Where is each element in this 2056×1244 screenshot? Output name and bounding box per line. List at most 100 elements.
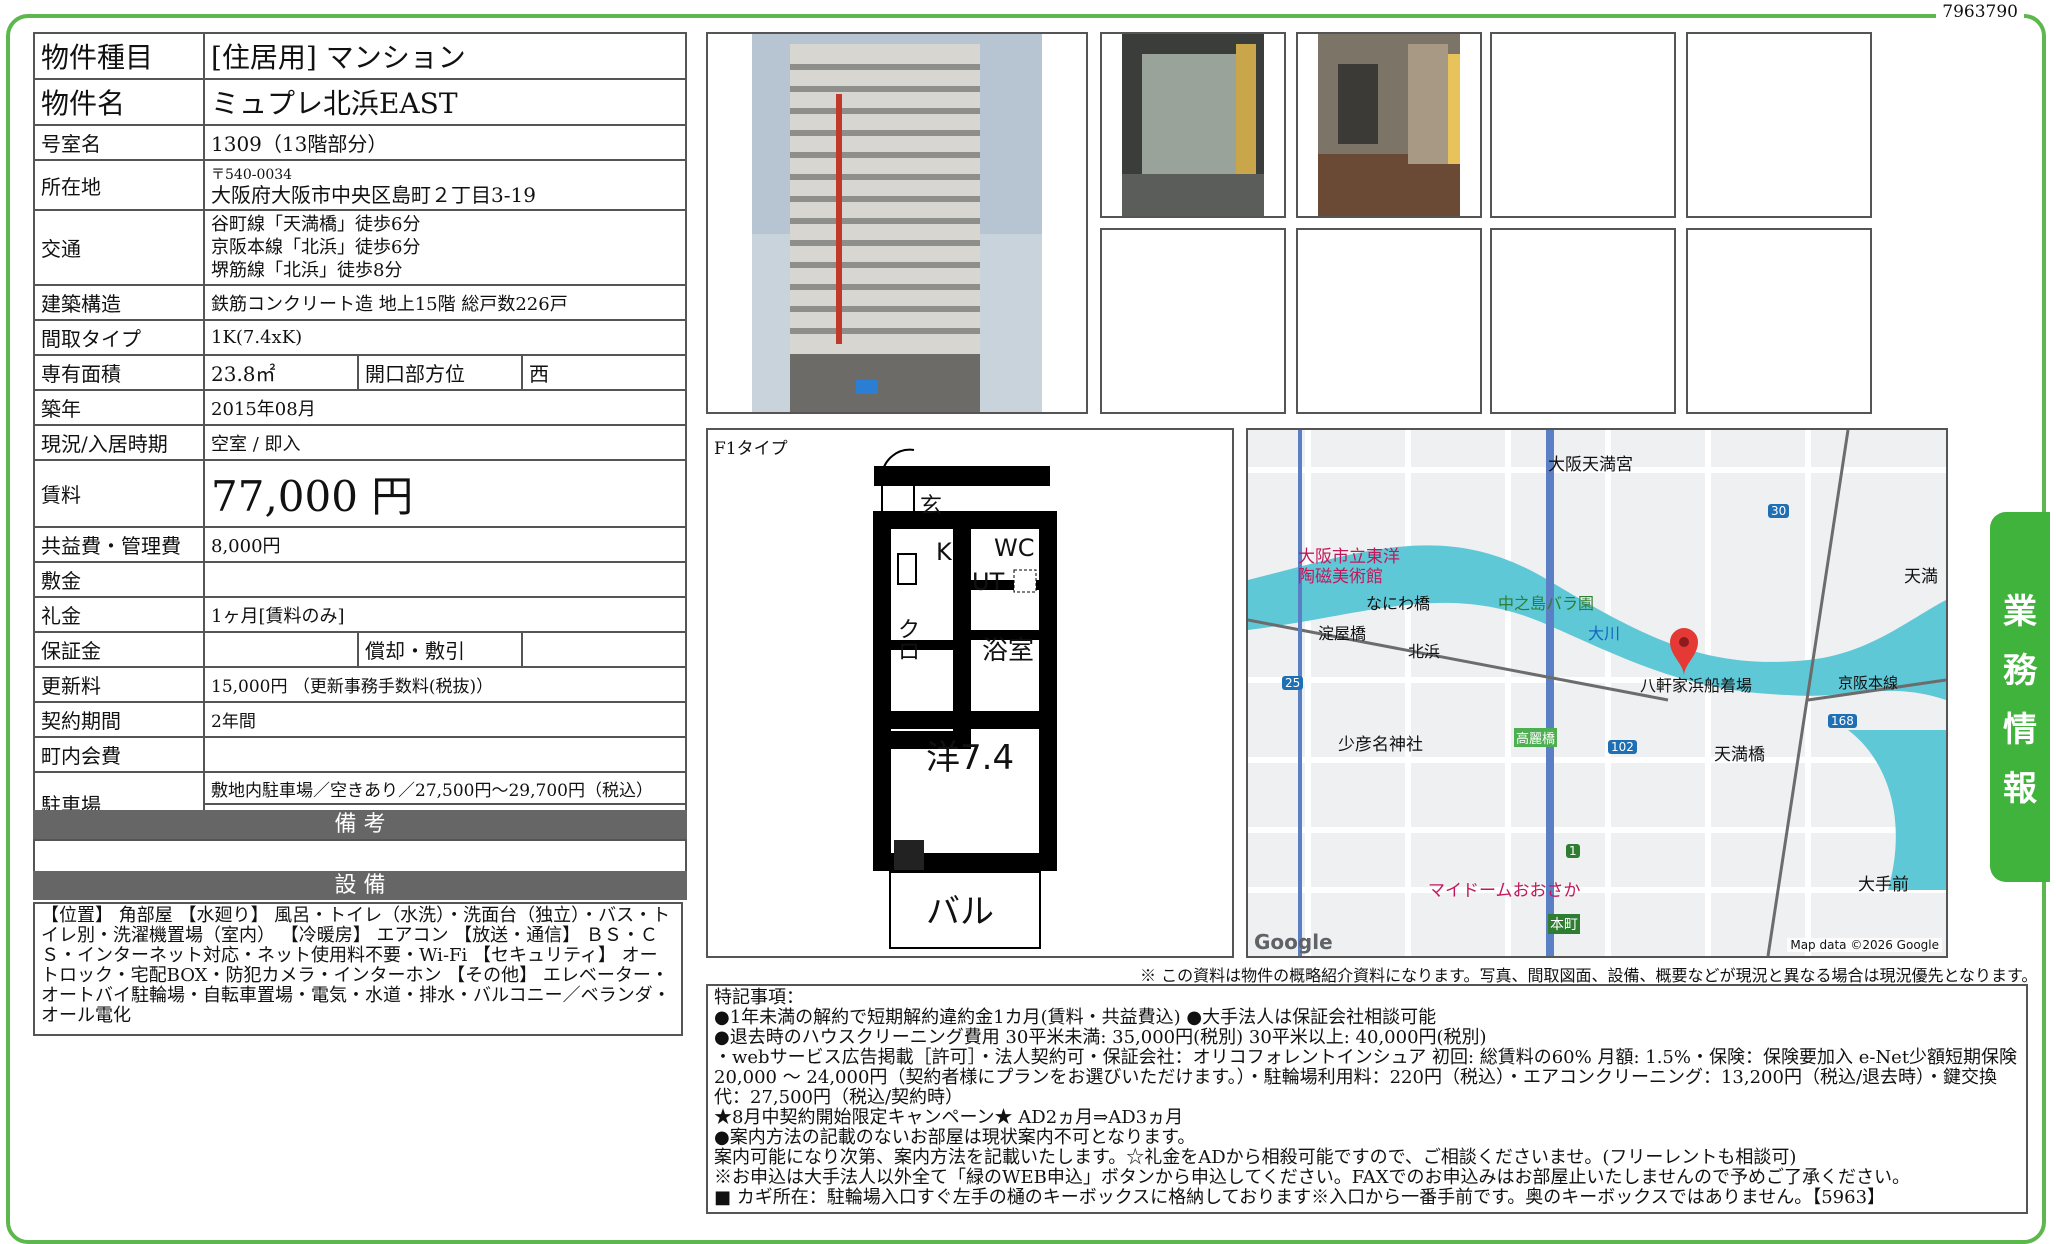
room-value: 1309（13階部分） [203, 124, 687, 161]
map-label: 高麗橋 [1514, 728, 1558, 747]
map-drawing [1248, 430, 1946, 956]
map-attribution: Map data ©2026 Google [1787, 938, 1942, 952]
area-label: 専有面積 [33, 354, 205, 391]
floor-plan: F1タイプ 玄 K WC UT クロ 浴室 洋7.4 バル [706, 428, 1234, 958]
photo-slot-empty [1490, 228, 1676, 414]
amort-label: 償却・敷引 [357, 631, 523, 668]
transit-line: 堺筋線「北浜」徒歩8分 [211, 260, 403, 281]
remarks-header: 備 考 [33, 810, 687, 839]
document-id: 7963790 [1936, 2, 2024, 22]
deposit-label: 敷金 [33, 561, 205, 598]
community-label: 町内会費 [33, 736, 205, 773]
renewal-value: 15,000円 （更新事務手数料(税抜)） [203, 666, 687, 703]
photo-slot-empty [1490, 32, 1676, 218]
special-note-line: ※お申込は大手法人以外全て「緑のWEB申込」ボタンから申込してください。FAXで… [714, 1167, 1910, 1188]
room-western: 洋7.4 [926, 738, 1015, 778]
map-label: 淀屋橋 [1318, 624, 1367, 643]
room-bath: 浴室 [982, 636, 1035, 666]
name-label: 物件名 [33, 78, 205, 126]
side-tab-char: 報 [2003, 769, 2037, 809]
map-label: 北浜 [1408, 642, 1441, 661]
special-note-line: ★8月中契約開始限定キャンペーン★ AD2ヵ月⇒AD3ヵ月 [714, 1107, 1184, 1128]
photo-slot-empty [1686, 228, 1872, 414]
map-google-logo: Google [1254, 930, 1333, 954]
map-label: 京阪本線 [1838, 674, 1899, 692]
route-badge: 168 [1828, 714, 1857, 728]
side-tab-char: 情 [2003, 710, 2037, 750]
layout-value: 1K(7.4xK) [203, 319, 687, 356]
photo-slot-empty [1686, 32, 1872, 218]
transit-label: 交通 [33, 209, 205, 286]
status-value: 空室 / 即入 [203, 424, 687, 461]
special-notes: 特記事項： ●1年未満の解約で短期解約違約金1カ月(賃料・共益費込) ●大手法人… [706, 984, 2028, 1214]
key-money-label: 礼金 [33, 596, 205, 633]
route-badge: 30 [1768, 504, 1790, 518]
photo-slot-empty [1296, 228, 1482, 414]
map-label: 天満 [1904, 567, 1938, 587]
route-badge: 25 [1282, 676, 1304, 690]
special-note-line: ■ カギ所在：駐輪場入口すぐ左手の樋のキーボックスに格納しております※入口から一… [714, 1187, 1886, 1208]
photo-slot-empty [1100, 228, 1286, 414]
special-notes-title: 特記事項： [714, 987, 804, 1008]
deposit-value [203, 561, 687, 598]
contract-value: 2年間 [203, 701, 687, 738]
map-label: 大手前 [1858, 875, 1909, 895]
location-map[interactable]: 大阪天満宮 大阪市立東洋 陶磁美術館 なにわ橋 中之島バラ園 淀屋橋 北浜 大川… [1246, 428, 1948, 958]
special-note-line: ・webサービス広告掲載［許可］・法人契約可・保証会社：オリコフォレントインシュ… [714, 1047, 2018, 1108]
area-value: 23.8㎡ [203, 354, 359, 391]
side-tab-char: 業 [2003, 592, 2037, 632]
renewal-label: 更新料 [33, 666, 205, 703]
room-wc: WC [994, 534, 1035, 562]
transit-line: 谷町線「天満橋」徒歩6分 [211, 214, 421, 235]
room-ut: UT [972, 568, 1005, 596]
type-label: 物件種目 [33, 32, 205, 80]
building-photo-image [752, 34, 1042, 412]
map-label: 中之島バラ園 [1498, 594, 1595, 613]
building-photo[interactable] [706, 32, 1088, 414]
layout-label: 間取タイプ [33, 319, 205, 356]
type-value: [住居用] マンション [203, 32, 687, 80]
amort-value [521, 631, 687, 668]
transit-line: 京阪本線「北浜」徒歩6分 [211, 237, 421, 258]
map-label: 本町 [1548, 914, 1580, 934]
map-label: マイドームおおさか [1428, 881, 1581, 901]
room-balcony: バル [926, 892, 994, 932]
map-label: 八軒家浜船着場 [1640, 676, 1753, 695]
structure-label: 建築構造 [33, 284, 205, 321]
structure-value: 鉄筋コンクリート造 地上15階 総戸数226戸 [203, 284, 687, 321]
address-label: 所在地 [33, 159, 205, 211]
postal-code: 〒540-0034 [211, 167, 293, 183]
room-closet: クロ [898, 618, 921, 665]
remarks-box [33, 839, 687, 873]
lobby-photo[interactable] [1296, 32, 1482, 218]
map-label: 大阪天満宮 [1548, 455, 1633, 475]
map-label: 少彦名神社 [1338, 735, 1423, 755]
rent-value: 77,000 円 [203, 459, 687, 528]
room-kitchen: K [936, 538, 952, 566]
business-info-tab[interactable]: 業 務 情 報 [1990, 512, 2050, 882]
room-entrance: 玄 [920, 494, 943, 519]
rent-label: 賃料 [33, 459, 205, 528]
opening-value: 西 [521, 354, 687, 391]
equipment-text: 【位置】 角部屋 【水廻り】 風呂・トイレ（水洗）・洗面台（独立）・バス・トイレ… [33, 902, 683, 1036]
fee-label: 共益費・管理費 [33, 526, 205, 563]
opening-label: 開口部方位 [357, 354, 523, 391]
parking-value: 敷地内駐車場／空きあり／27,500円～29,700円（税込） [203, 771, 687, 805]
special-note-line: ●1年未満の解約で短期解約違約金1カ月(賃料・共益費込) ●大手法人は保証会社相… [714, 1007, 1437, 1028]
guarantee-label: 保証金 [33, 631, 205, 668]
map-label: 大川 [1588, 624, 1621, 643]
equipment-header: 設 備 [33, 871, 687, 900]
special-note-line: 案内可能になり次第、案内方法を記載いたします。☆礼金をADから相殺可能ですので、… [714, 1147, 1797, 1168]
side-tab-char: 務 [2003, 651, 2037, 691]
map-label: なにわ橋 [1366, 594, 1431, 613]
community-value [203, 736, 687, 773]
guarantee-value [203, 631, 359, 668]
key-money-value: 1ヶ月[賃料のみ] [203, 596, 687, 633]
fee-value: 8,000円 [203, 526, 687, 563]
entrance-photo-image [1122, 34, 1264, 216]
status-label: 現況/入居時期 [33, 424, 205, 461]
special-note-line: ●案内方法の記載のないお部屋は現状案内不可となります。 [714, 1127, 1196, 1148]
contract-label: 契約期間 [33, 701, 205, 738]
entrance-photo[interactable] [1100, 32, 1286, 218]
lobby-photo-image [1318, 34, 1460, 216]
